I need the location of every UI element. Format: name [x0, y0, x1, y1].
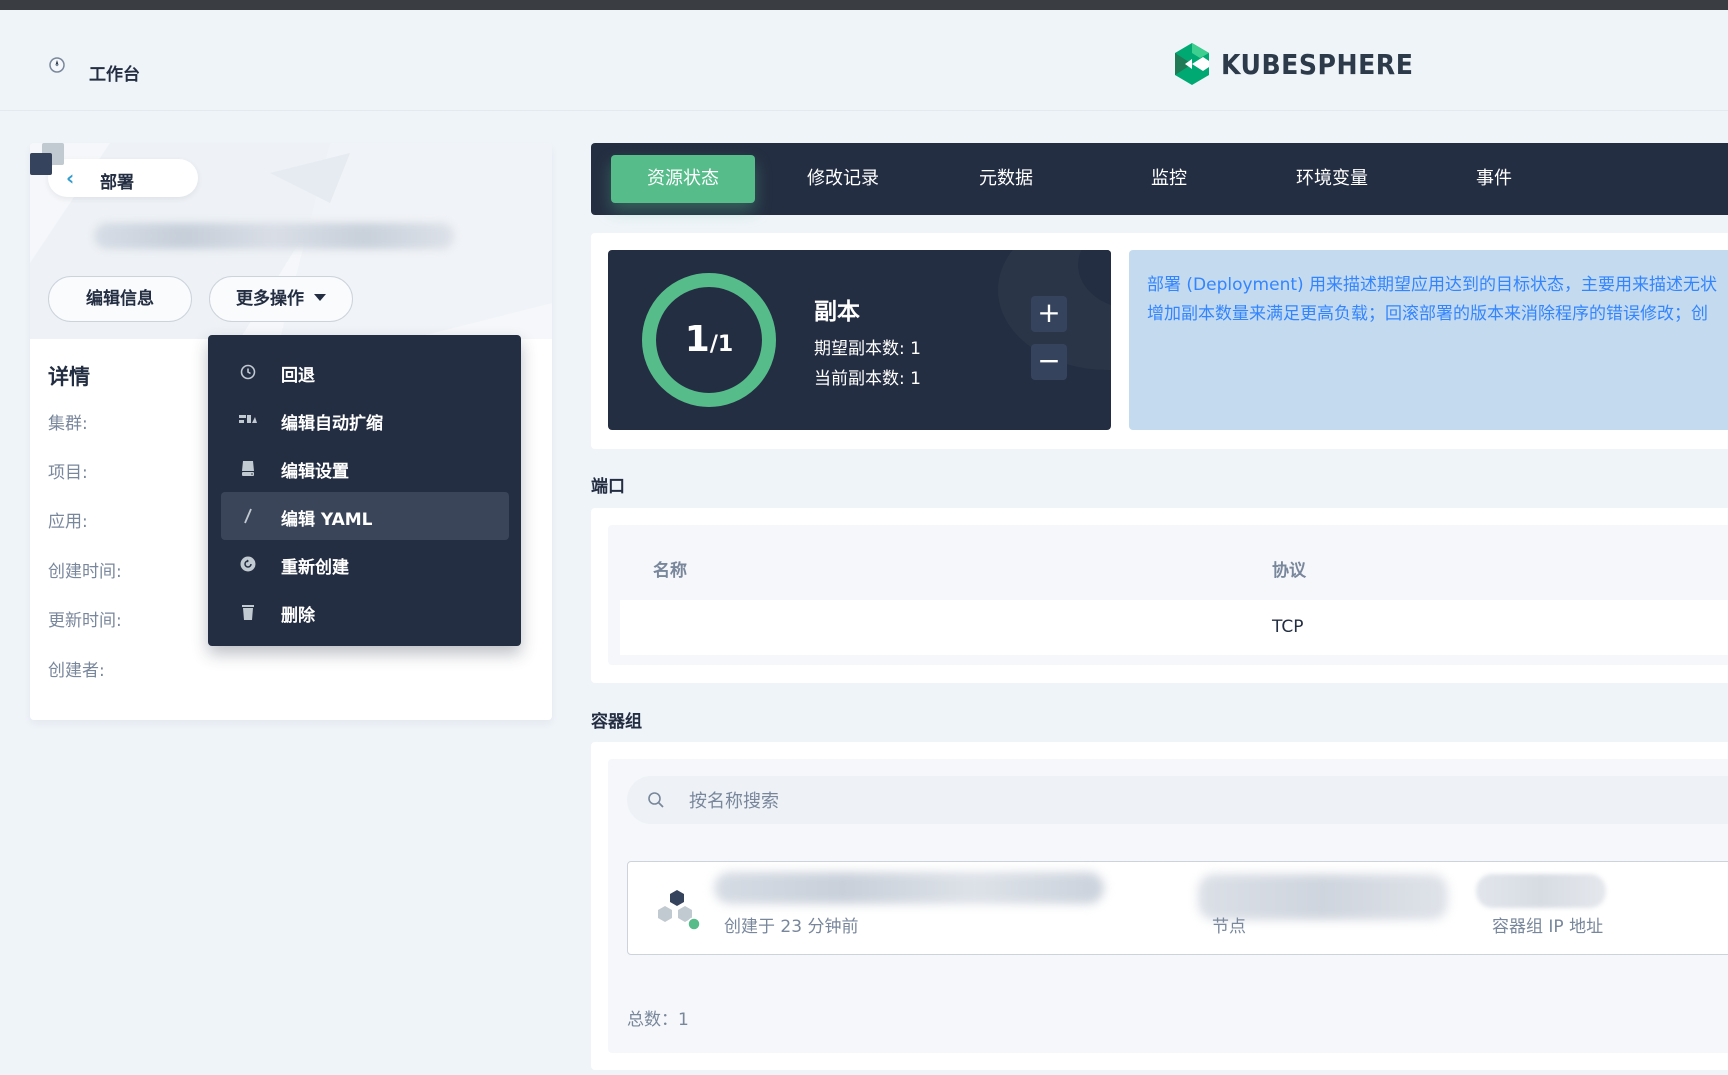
ports-table: 名称 协议 TCP	[608, 525, 1728, 665]
ports-header-protocol: 协议	[1272, 561, 1306, 581]
pod-node-label: 节点	[1212, 917, 1246, 937]
workbench-link[interactable]: 工作台	[89, 60, 140, 85]
replica-card: 1/1 副本 期望副本数: 1 当前副本数: 1 + −	[608, 250, 1111, 430]
pods-total-count: 总数：1	[627, 1010, 689, 1030]
kubesphere-logo-icon	[1175, 43, 1209, 85]
list-item[interactable]: 创建于 23 分钟前 节点 容器组 IP 地址	[627, 861, 1728, 955]
current-replicas: 当前副本数: 1	[814, 369, 921, 389]
replica-count: 1/1	[639, 270, 779, 410]
detail-label-app: 应用:	[48, 512, 88, 532]
detail-tabs: 资源状态 修改记录 元数据 监控 环境变量 事件	[591, 143, 1728, 215]
pod-icon	[658, 890, 701, 931]
pod-search-bar	[627, 776, 1728, 824]
refresh-icon	[240, 556, 256, 572]
pods-title: 容器组	[591, 712, 642, 732]
menu-item-edit-autoscale[interactable]: 编辑自动扩缩	[221, 396, 509, 444]
autoscale-icon	[239, 415, 257, 423]
port-protocol: TCP	[1272, 617, 1304, 637]
trash-icon	[242, 605, 254, 620]
more-actions-button[interactable]: 更多操作	[209, 276, 353, 322]
deployment-icon	[30, 143, 64, 175]
chevron-left-icon: ‹	[66, 166, 75, 190]
description-line-1: 部署 (Deployment) 用来描述期望应用达到的目标状态，主要用来描述无状	[1147, 275, 1718, 295]
menu-item-edit-settings[interactable]: 编辑设置	[221, 444, 509, 492]
description-line-2: 增加副本数量来满足更高负载；回滚部署的版本来消除程序的错误修改；创	[1147, 304, 1708, 324]
pod-name-redacted	[714, 872, 1104, 904]
pod-created-time: 创建于 23 分钟前	[724, 917, 859, 937]
tab-metadata[interactable]: 元数据	[934, 155, 1078, 203]
menu-item-edit-yaml[interactable]: 编辑 YAML	[221, 492, 509, 540]
pod-ip-redacted	[1476, 874, 1606, 908]
decrease-replica-button[interactable]: −	[1031, 344, 1067, 380]
deployment-name-redacted	[94, 223, 454, 249]
detail-label-project: 项目:	[48, 463, 88, 483]
resource-status-panel: 1/1 副本 期望副本数: 1 当前副本数: 1 + − 部署 (Deploym…	[591, 233, 1728, 449]
compass-icon[interactable]	[49, 57, 65, 73]
detail-label-creator: 创建者:	[48, 661, 105, 681]
table-row: TCP	[620, 600, 1728, 655]
detail-label-created: 创建时间:	[48, 562, 122, 582]
ports-panel: 名称 协议 TCP	[591, 508, 1728, 683]
desired-replicas: 期望副本数: 1	[814, 339, 921, 359]
pods-list: 创建于 23 分钟前 节点 容器组 IP 地址 总数：1	[608, 759, 1728, 1053]
settings-icon	[242, 461, 254, 476]
replica-desired: /1	[709, 332, 734, 357]
back-label: 部署	[100, 173, 134, 193]
details-title: 详情	[48, 365, 90, 389]
menu-item-rollback[interactable]: 回退	[221, 348, 509, 396]
ports-title: 端口	[591, 477, 625, 497]
increase-replica-button[interactable]: +	[1031, 296, 1067, 332]
logo-text: KUBESPHERE	[1221, 48, 1414, 81]
pods-panel: 创建于 23 分钟前 节点 容器组 IP 地址 总数：1	[591, 742, 1728, 1070]
more-actions-dropdown: 回退 编辑自动扩缩 编辑设置 编辑 YAML 重新创建 删除	[208, 335, 521, 646]
search-icon	[648, 792, 664, 808]
menu-item-delete[interactable]: 删除	[221, 588, 509, 636]
browser-top-strip	[0, 0, 1728, 10]
top-header: 工作台 KUBESPHERE	[0, 10, 1728, 111]
tab-monitoring[interactable]: 监控	[1097, 155, 1241, 203]
search-input[interactable]	[687, 786, 1291, 816]
tab-events[interactable]: 事件	[1422, 155, 1566, 203]
deployment-description: 部署 (Deployment) 用来描述期望应用达到的目标状态，主要用来描述无状…	[1129, 250, 1728, 430]
back-to-deployments-button[interactable]: ‹ 部署	[48, 159, 198, 197]
replica-title: 副本	[814, 299, 860, 325]
detail-label-cluster: 集群:	[48, 414, 88, 434]
ports-header-name: 名称	[653, 561, 687, 581]
summary-hero: ‹ 部署 编辑信息 更多操作	[30, 143, 552, 339]
menu-item-recreate[interactable]: 重新创建	[221, 540, 509, 588]
detail-label-updated: 更新时间:	[48, 611, 122, 631]
history-icon	[240, 364, 256, 380]
tab-resource-status[interactable]: 资源状态	[611, 155, 755, 203]
tab-revision-records[interactable]: 修改记录	[771, 155, 915, 203]
caret-down-icon	[314, 293, 326, 301]
kubesphere-logo[interactable]: KUBESPHERE	[1173, 42, 1413, 92]
edit-info-button[interactable]: 编辑信息	[48, 276, 192, 322]
pen-icon	[244, 508, 252, 524]
pod-ip-label: 容器组 IP 地址	[1492, 917, 1604, 937]
tab-env-variables[interactable]: 环境变量	[1260, 155, 1404, 203]
replica-current: 1	[684, 319, 710, 360]
